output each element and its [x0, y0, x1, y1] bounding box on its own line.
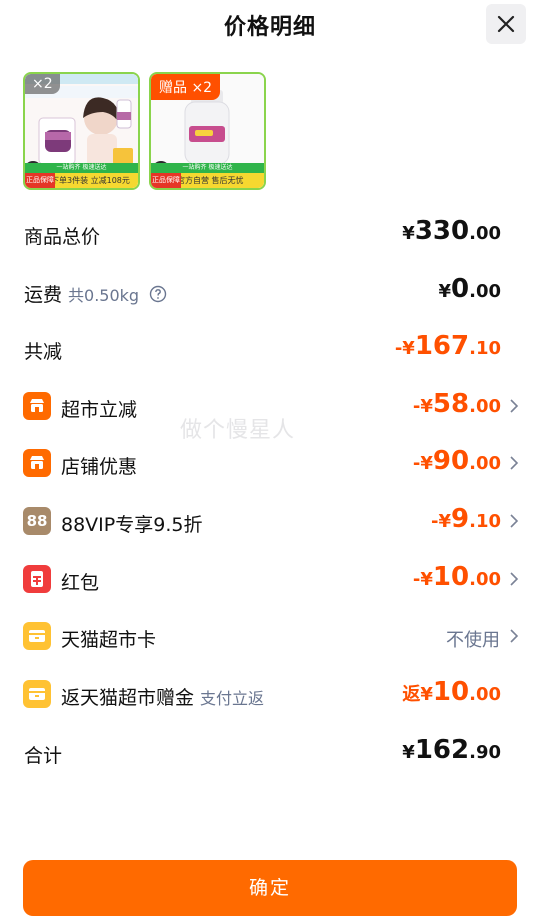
row-shipping: 运费 共0.50kg ¥0.00: [0, 272, 540, 312]
guarantee-badge: 正品保障: [25, 173, 55, 188]
vip-discount-amount: -¥9.10: [431, 504, 501, 534]
shipping-label: 运费 共0.50kg: [24, 280, 167, 307]
red-packet-label: 红包: [61, 572, 100, 594]
thumb-stripe-text: 一站购齐 极速送达: [151, 163, 264, 173]
confirm-button[interactable]: 确定: [23, 860, 517, 916]
discount-total-label: 共减: [24, 341, 63, 363]
close-button[interactable]: [486, 4, 526, 44]
store-promo-amount: -¥90.00: [412, 446, 501, 476]
chevron-right-icon: [510, 399, 519, 413]
supermarket-discount-label: 超市立减: [61, 399, 138, 421]
store-promo-label: 店铺优惠: [61, 456, 138, 478]
help-icon[interactable]: [149, 285, 167, 303]
row-red-packet[interactable]: 红包 -¥10.00: [0, 560, 540, 600]
gift-card-icon: [23, 680, 51, 708]
tmall-card-value: 不使用: [446, 630, 500, 651]
row-store-promo[interactable]: 店铺优惠 -¥90.00: [0, 444, 540, 484]
red-packet-amount: -¥10.00: [412, 562, 501, 592]
row-grand-total: 合计 ¥162.90: [0, 733, 540, 773]
row-product-total: 商品总价 ¥330.00: [0, 214, 540, 254]
gift-money-amount: 返¥10.00: [402, 677, 501, 707]
gift-money-sub: 支付立返: [200, 689, 265, 708]
red-packet-icon: [23, 565, 51, 593]
store-icon: [23, 392, 51, 420]
vip-discount-label: 88VIP专享9.5折: [61, 514, 203, 536]
shipping-amount: ¥0.00: [438, 274, 501, 304]
product-total-label: 商品总价: [24, 226, 101, 248]
row-vip-discount[interactable]: 88 88VIP专享9.5折 -¥9.10: [0, 502, 540, 542]
product-thumbnail[interactable]: 赠品 ×2 一站购齐 极速送达 官方自营 售后无忧 正品保障: [149, 72, 266, 190]
chevron-right-icon: [510, 629, 519, 643]
thumb-stripe-text: 一站购齐 极速送达: [25, 163, 138, 173]
row-discount-total: 共减 -¥167.10: [0, 329, 540, 369]
close-icon: [497, 15, 515, 33]
gift-money-label: 返天猫超市赠金 支付立返: [61, 687, 265, 709]
row-tmall-card[interactable]: 天猫超市卡 不使用: [0, 617, 540, 657]
page-title: 价格明细: [223, 15, 316, 40]
tmall-card-label: 天猫超市卡: [61, 629, 157, 651]
card-icon: [23, 622, 51, 650]
shipping-weight: 共0.50kg: [68, 286, 140, 305]
watermark: 做个慢星人: [180, 418, 296, 443]
chevron-right-icon: [510, 514, 519, 528]
supermarket-discount-amount: -¥58.00: [412, 389, 501, 419]
chevron-right-icon: [510, 456, 519, 470]
shop-icon: [23, 449, 51, 477]
grand-total-amount: ¥162.90: [402, 735, 501, 765]
guarantee-badge: 正品保障: [151, 173, 181, 188]
discount-total-amount: -¥167.10: [394, 331, 501, 361]
grand-total-label: 合计: [24, 745, 63, 767]
row-gift-money: 返天猫超市赠金 支付立返 返¥10.00: [0, 675, 540, 715]
header: 价格明细: [0, 0, 540, 50]
vip-88-icon: 88: [23, 507, 51, 535]
quantity-badge: ×2: [25, 74, 60, 94]
chevron-right-icon: [510, 572, 519, 586]
product-total-amount: ¥330.00: [402, 216, 501, 246]
product-thumbnail[interactable]: ×2 一站购齐 极速送达 下单3件装 立减108元 正品保障: [23, 72, 140, 190]
gift-badge: 赠品 ×2: [151, 74, 221, 100]
